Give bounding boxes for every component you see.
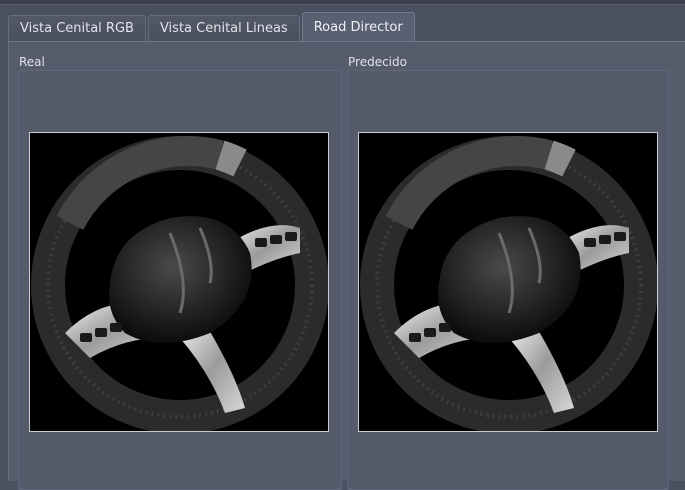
- steering-wheel-icon: [30, 133, 328, 431]
- tab-road-director[interactable]: Road Director: [301, 12, 415, 41]
- road-director-pane: Real Predecido: [8, 41, 685, 490]
- real-steering-image: [29, 132, 329, 432]
- real-label: Real: [19, 55, 45, 69]
- window-top-strip: [0, 0, 685, 5]
- tab-vista-cenital-rgb[interactable]: Vista Cenital RGB: [8, 15, 146, 41]
- tab-vista-cenital-lineas[interactable]: Vista Cenital Lineas: [147, 15, 300, 41]
- steering-wheel-icon: [359, 133, 657, 431]
- predecido-steering-image: [358, 132, 658, 432]
- tab-bar: Vista Cenital RGB Vista Cenital Lineas R…: [8, 12, 417, 41]
- predecido-label: Predecido: [348, 55, 407, 69]
